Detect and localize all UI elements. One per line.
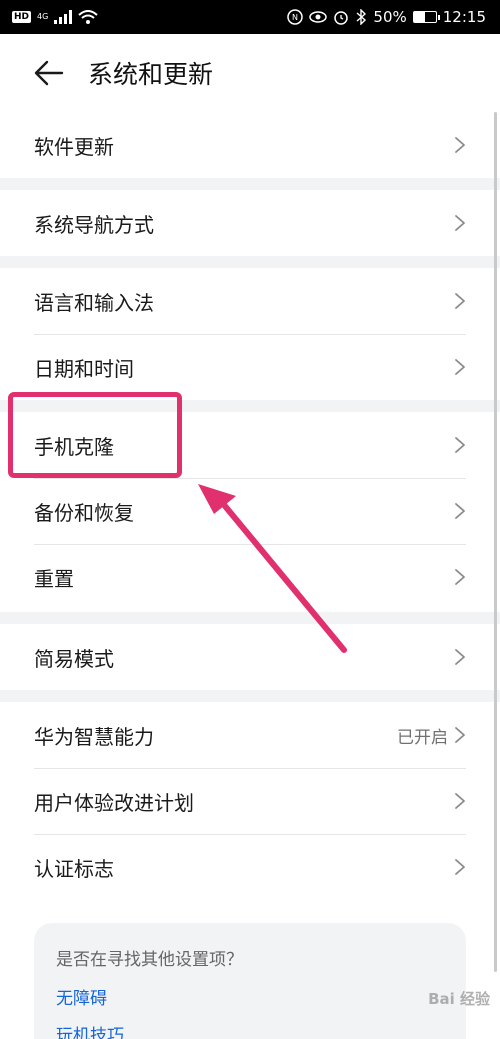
- group-separator: [0, 256, 500, 268]
- chevron-right-icon: [455, 215, 465, 231]
- network-type: 4G: [37, 12, 49, 21]
- page-title: 系统和更新: [88, 60, 214, 89]
- signal-icon: [54, 10, 73, 24]
- eye-icon: [309, 11, 328, 23]
- nfc-icon: N: [287, 9, 304, 25]
- chevron-right-icon: [455, 359, 465, 375]
- clock: 12:15: [442, 8, 486, 26]
- battery-icon: [412, 11, 440, 23]
- highlight-box: [8, 392, 182, 478]
- group-separator: [0, 690, 500, 702]
- battery-percent: 50%: [373, 8, 407, 26]
- settings-item[interactable]: 备份和恢复: [0, 478, 500, 544]
- settings-item[interactable]: 认证标志: [0, 834, 500, 900]
- watermark: Bai 经验: [428, 990, 490, 1008]
- chevron-right-icon: [455, 569, 465, 585]
- scrollbar[interactable]: [494, 112, 497, 972]
- settings-item[interactable]: 语言和输入法: [0, 268, 500, 334]
- chevron-right-icon: [455, 293, 465, 309]
- settings-item-label: 认证标志: [34, 856, 114, 881]
- status-bar: HD 4G N 50% 12:15: [0, 0, 500, 34]
- settings-item[interactable]: 日期和时间: [0, 334, 500, 400]
- settings-item-value: 已开启: [397, 727, 448, 748]
- alarm-icon: [334, 11, 349, 25]
- link-accessibility[interactable]: 无障碍: [56, 984, 444, 1009]
- chevron-right-icon: [455, 503, 465, 519]
- arrow-left-icon: [34, 60, 64, 86]
- chevron-right-icon: [455, 727, 465, 743]
- settings-item[interactable]: 软件更新: [0, 112, 500, 178]
- settings-item[interactable]: 简易模式: [0, 624, 500, 690]
- settings-group: 简易模式: [0, 624, 500, 690]
- settings-item-label: 用户体验改进计划: [34, 790, 194, 815]
- chevron-right-icon: [455, 137, 465, 153]
- bluetooth-icon: [356, 9, 367, 25]
- wifi-icon: [78, 10, 98, 24]
- suggestion-card: 是否在寻找其他设置项？ 无障碍 玩机技巧: [34, 923, 466, 1039]
- app-header: 系统和更新: [0, 34, 500, 112]
- settings-item[interactable]: 系统导航方式: [0, 190, 500, 256]
- chevron-right-icon: [455, 793, 465, 809]
- settings-group: 软件更新: [0, 112, 500, 178]
- hd-badge: HD: [12, 11, 32, 23]
- settings-item[interactable]: 华为智慧能力 已开启: [0, 702, 500, 768]
- group-separator: [0, 178, 500, 190]
- settings-item[interactable]: 重置: [0, 544, 500, 610]
- settings-item-label: 简易模式: [34, 646, 114, 671]
- chevron-right-icon: [455, 649, 465, 665]
- chevron-right-icon: [455, 859, 465, 875]
- settings-item-label: 语言和输入法: [34, 290, 154, 315]
- settings-item-label: 重置: [34, 566, 74, 591]
- settings-item-label: 系统导航方式: [34, 212, 154, 237]
- settings-item[interactable]: 用户体验改进计划: [0, 768, 500, 834]
- link-tips[interactable]: 玩机技巧: [56, 1021, 444, 1039]
- settings-group: 语言和输入法 日期和时间: [0, 268, 500, 400]
- group-separator: [0, 612, 500, 624]
- settings-item-label: 日期和时间: [34, 356, 134, 381]
- suggestion-question: 是否在寻找其他设置项？: [56, 950, 243, 970]
- settings-item-label: 备份和恢复: [34, 500, 134, 525]
- chevron-right-icon: [455, 437, 465, 453]
- svg-text:N: N: [292, 13, 298, 22]
- settings-group: 华为智慧能力 已开启用户体验改进计划 认证标志: [0, 702, 500, 900]
- settings-group: 系统导航方式: [0, 190, 500, 256]
- back-button[interactable]: [34, 59, 66, 87]
- settings-item-label: 软件更新: [34, 134, 114, 159]
- settings-item-label: 华为智慧能力: [34, 724, 154, 749]
